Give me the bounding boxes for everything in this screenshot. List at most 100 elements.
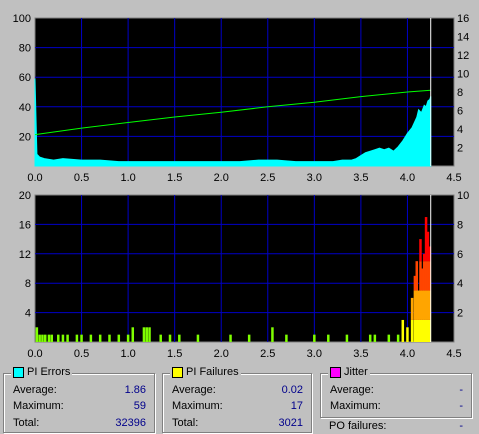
pi-failures-average-value: 0.02 bbox=[281, 384, 303, 396]
pi-failures-total-value: 3021 bbox=[278, 417, 303, 429]
pi-errors-chart-y-tick-label: 60 bbox=[19, 72, 31, 84]
pi-failures-bar bbox=[38, 334, 41, 342]
pi-errors-chart-x-tick-label: 4.5 bbox=[446, 172, 461, 184]
pi-failures-bar bbox=[368, 334, 372, 342]
pi-errors-chart-plot-area bbox=[34, 17, 455, 167]
pi-failures-bar bbox=[80, 334, 83, 342]
po-failures-row: PO failures: - bbox=[329, 419, 463, 433]
pi-failures-chart-y2-tick-label: 6 bbox=[457, 249, 463, 261]
pi-errors-title: PI Errors bbox=[27, 366, 71, 378]
pi-failures-bar bbox=[271, 327, 274, 342]
pi-errors-chart-x-tick-label: 3.0 bbox=[307, 172, 322, 184]
pi-failures-bar bbox=[327, 334, 330, 342]
pi-errors-chart-y-tick-label: 100 bbox=[13, 13, 31, 25]
pi-failures-bar bbox=[345, 334, 349, 342]
pi-failures-chart-y-tick-label: 12 bbox=[19, 249, 31, 261]
pi-failures-chart-x-tick-label: 4.5 bbox=[446, 348, 461, 360]
pi-failures-chart-y2-tick-label: 4 bbox=[457, 278, 463, 290]
pi-failures-bar bbox=[247, 334, 251, 342]
pi-errors-chart-x-tick-label: 4.0 bbox=[400, 172, 415, 184]
pi-failures-bar bbox=[229, 334, 232, 342]
pi-failures-bar bbox=[387, 334, 391, 342]
charts-area: 0.0 0.5 1.0 1.5 2.0 2.5 3.0 3.5 4.0 4.5 100 80 60 40 2… bbox=[13, 13, 470, 360]
pi-failures-bar bbox=[41, 334, 44, 342]
pi-failures-swatch bbox=[172, 366, 183, 378]
pi-errors-chart-x-tick-label: 3.5 bbox=[353, 172, 368, 184]
pi-failures-chart-x-tick-label: 2.5 bbox=[260, 348, 275, 360]
pi-errors-legend: PI Errors bbox=[11, 366, 73, 378]
pi-failures-bar bbox=[168, 334, 172, 342]
pi-failures-average-row: Average: 0.02 bbox=[172, 383, 303, 397]
pi-failures-bar bbox=[196, 334, 200, 342]
pi-failures-bar bbox=[117, 334, 121, 342]
pi-failures-chart-y-tick-label: 4 bbox=[25, 308, 31, 320]
pi-failures-average-label: Average: bbox=[172, 384, 216, 396]
pi-failures-bar bbox=[401, 319, 405, 342]
pi-errors-average-row: Average: 1.86 bbox=[13, 383, 146, 397]
pi-failures-bar bbox=[89, 334, 93, 342]
pi-errors-total-value: 32396 bbox=[115, 417, 146, 429]
pi-failures-chart-y-tick-label: 20 bbox=[19, 190, 31, 202]
pi-failures-bar bbox=[35, 327, 39, 342]
pi-errors-chart-y2-tick-label: 10 bbox=[457, 69, 469, 81]
pi-errors-chart-x-tick-label: 0.0 bbox=[27, 172, 42, 184]
pi-failures-bar bbox=[285, 334, 288, 342]
pi-errors-chart-y2-tick-label: 14 bbox=[457, 32, 469, 44]
pi-errors-average-label: Average: bbox=[13, 384, 57, 396]
pi-failures-bar bbox=[47, 334, 51, 342]
pi-failures-total-row: Total: 3021 bbox=[172, 416, 303, 430]
pi-errors-chart-x-tick-label: 1.5 bbox=[167, 172, 182, 184]
pi-failures-bar bbox=[66, 334, 69, 342]
pi-errors-average-value: 1.86 bbox=[124, 384, 146, 396]
jitter-swatch bbox=[330, 366, 341, 378]
pi-failures-bar bbox=[98, 334, 102, 342]
po-failures-value: - bbox=[459, 420, 463, 432]
jitter-maximum-value: - bbox=[459, 400, 463, 412]
pi-failures-bar bbox=[406, 327, 409, 342]
pi-errors-chart-x-tick-label: 0.5 bbox=[74, 172, 89, 184]
pi-errors-maximum-value: 59 bbox=[133, 400, 146, 412]
pi-failures-chart-x-tick-label: 0.0 bbox=[27, 348, 42, 360]
pi-failures-bar bbox=[415, 261, 419, 291]
pi-errors-chart-y-tick-label: 20 bbox=[19, 131, 31, 143]
pi-failures-maximum-row: Maximum: 17 bbox=[172, 399, 303, 413]
pi-failures-chart-x-tick-label: 2.0 bbox=[214, 348, 229, 360]
pi-failures-bar bbox=[396, 334, 400, 342]
pi-failures-total-label: Total: bbox=[172, 417, 199, 429]
pi-errors-maximum-label: Maximum: bbox=[13, 400, 64, 412]
pi-failures-chart-y-tick-label: 16 bbox=[19, 219, 31, 231]
pi-failures-chart-y-tick-label: 8 bbox=[25, 278, 31, 290]
pi-errors-maximum-row: Maximum: 59 bbox=[13, 399, 146, 413]
pi-errors-panel: PI Errors Average: 1.86 Maximum: 59 Tota… bbox=[3, 366, 155, 433]
pi-failures-title: PI Failures bbox=[186, 366, 239, 378]
pi-failures-chart-x-tick-label: 1.0 bbox=[120, 348, 135, 360]
pi-failures-bar bbox=[148, 327, 151, 342]
jitter-title: Jitter bbox=[344, 366, 368, 378]
jitter-legend: Jitter bbox=[328, 366, 370, 378]
pi-errors-total-row: Total: 32396 bbox=[13, 416, 146, 430]
pi-failures-bar bbox=[142, 327, 146, 342]
pi-failures-bar bbox=[410, 297, 414, 320]
pi-failures-maximum-label: Maximum: bbox=[172, 400, 223, 412]
pi-errors-chart-y-tick-label: 80 bbox=[19, 43, 31, 55]
pi-errors-chart-y2-tick-label: 8 bbox=[457, 87, 463, 99]
pi-failures-chart-y2-tick-label: 2 bbox=[457, 308, 463, 320]
pi-failures-chart-y2-tick-label: 8 bbox=[457, 219, 463, 231]
pi-failures-chart: 0.0 0.5 1.0 1.5 2.0 2.5 3.0 3.5 4.0 4.5 20 16 12 8 4 10… bbox=[19, 190, 470, 360]
jitter-maximum-row: Maximum: - bbox=[330, 399, 463, 413]
pi-failures-bar bbox=[313, 334, 316, 342]
pi-errors-swatch bbox=[13, 366, 24, 378]
pi-failures-bar bbox=[50, 334, 54, 342]
pi-failures-chart-x-tick-label: 3.5 bbox=[353, 348, 368, 360]
pi-errors-chart-x-tick-label: 2.0 bbox=[214, 172, 229, 184]
pi-failures-bar bbox=[108, 334, 111, 342]
pi-failures-legend: PI Failures bbox=[170, 366, 241, 378]
pi-errors-total-label: Total: bbox=[13, 417, 40, 429]
jitter-average-row: Average: - bbox=[330, 383, 463, 397]
pi-failures-chart-y2-tick-label: 10 bbox=[457, 190, 469, 202]
pi-errors-chart-y2-tick-label: 12 bbox=[457, 50, 469, 62]
jitter-average-label: Average: bbox=[330, 384, 374, 396]
pi-failures-panel: PI Failures Average: 0.02 Maximum: 17 To… bbox=[162, 366, 312, 433]
pi-failures-bar bbox=[131, 327, 135, 342]
pi-failures-bar bbox=[373, 334, 377, 342]
